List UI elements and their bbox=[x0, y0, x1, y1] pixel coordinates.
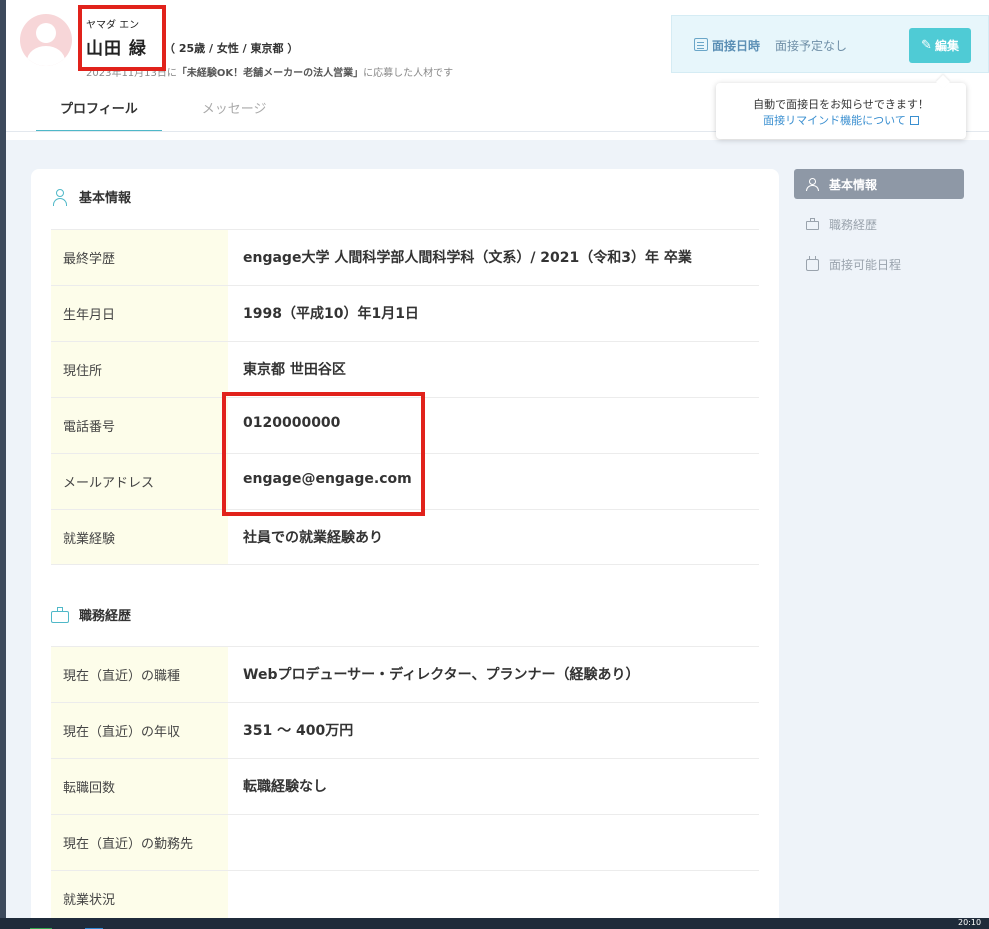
reminder-tooltip: 自動で面接日をお知らせできます！ 面接リマインド機能について bbox=[716, 83, 966, 139]
table-row: 就業経験 社員での就業経験あり bbox=[51, 509, 759, 565]
career-table: 現在（直近）の職種 Webプロデューサー・ディレクター、プランナー（経験あり） 現… bbox=[51, 646, 759, 920]
interview-date-label: 面接日時 bbox=[712, 39, 761, 53]
section-title-career: 職務経歴 bbox=[51, 605, 131, 624]
tab-bar: プロフィール メッセージ bbox=[36, 88, 291, 132]
section-title-basic: 基本情報 bbox=[51, 187, 131, 206]
interview-date-box: 面接日時 面接予定なし ✎ 編集 bbox=[671, 15, 989, 73]
external-link-icon bbox=[909, 116, 919, 125]
briefcase-icon bbox=[806, 217, 819, 231]
os-taskbar: 20:10 bbox=[0, 918, 989, 929]
person-icon bbox=[51, 188, 69, 206]
table-row: 転職回数 転職経験なし bbox=[51, 758, 759, 814]
side-nav-basic-info[interactable]: 基本情報 bbox=[794, 169, 964, 199]
reminder-feature-link[interactable]: 面接リマインド機能について bbox=[716, 112, 966, 128]
calendar-icon bbox=[806, 255, 819, 271]
tooltip-text: 自動で面接日をお知らせできます！ bbox=[753, 98, 929, 111]
taskbar-clock: 20:10 bbox=[958, 918, 982, 927]
side-nav-availability[interactable]: 面接可能日程 bbox=[794, 249, 964, 279]
table-row: 現住所 東京都 世田谷区 bbox=[51, 341, 759, 397]
interview-date-value: 面接予定なし bbox=[775, 39, 848, 53]
candidate-meta: （ 25歳 / 女性 / 東京都 ） bbox=[164, 42, 299, 55]
tab-profile[interactable]: プロフィール bbox=[36, 88, 162, 132]
calendar-icon bbox=[694, 38, 708, 51]
table-row: 生年月日 1998（平成10）年1月1日 bbox=[51, 285, 759, 341]
table-row: 就業状況 bbox=[51, 870, 759, 920]
edit-button-label: 編集 bbox=[934, 39, 959, 53]
profile-card: 基本情報 最終学歴 engage大学 人間科学部人間科学科（文系）/ 2021（令… bbox=[31, 169, 779, 929]
avatar bbox=[20, 14, 72, 66]
table-row: 現在（直近）の年収 351 〜 400万円 bbox=[51, 702, 759, 758]
table-row: 現在（直近）の職種 Webプロデューサー・ディレクター、プランナー（経験あり） bbox=[51, 646, 759, 702]
side-nav: 基本情報 職務経歴 面接可能日程 bbox=[794, 169, 964, 289]
side-nav-career[interactable]: 職務経歴 bbox=[794, 209, 964, 239]
table-row: 現在（直近）の勤務先 bbox=[51, 814, 759, 870]
pencil-icon: ✎ bbox=[921, 38, 932, 53]
person-icon bbox=[806, 177, 819, 191]
table-row: 最終学歴 engage大学 人間科学部人間科学科（文系）/ 2021（令和3）年 … bbox=[51, 229, 759, 285]
edit-button[interactable]: ✎ 編集 bbox=[909, 28, 971, 63]
highlight-box-contact bbox=[222, 392, 425, 516]
briefcase-icon bbox=[51, 606, 69, 624]
highlight-box-name bbox=[78, 5, 166, 71]
tab-messages[interactable]: メッセージ bbox=[178, 88, 291, 132]
